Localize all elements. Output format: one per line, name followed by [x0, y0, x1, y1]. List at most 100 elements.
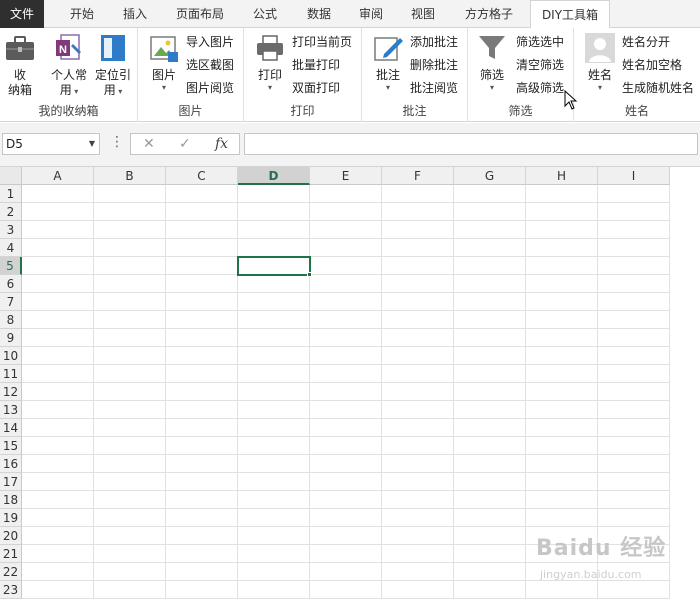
cell-h1[interactable] — [526, 185, 598, 203]
cell-i16[interactable] — [598, 455, 670, 473]
cell-a20[interactable] — [22, 527, 94, 545]
cell-d13[interactable] — [238, 401, 310, 419]
cell-h7[interactable] — [526, 293, 598, 311]
cell-i1[interactable] — [598, 185, 670, 203]
cell-b1[interactable] — [94, 185, 166, 203]
cell-c21[interactable] — [166, 545, 238, 563]
personal-common-button[interactable]: N 个人常 用 ▾ — [48, 32, 90, 98]
cell-e5[interactable] — [310, 257, 382, 275]
cell-g4[interactable] — [454, 239, 526, 257]
formula-input[interactable] — [244, 133, 698, 155]
cell-b9[interactable] — [94, 329, 166, 347]
row-header-5[interactable]: 5 — [0, 257, 22, 275]
cell-g17[interactable] — [454, 473, 526, 491]
cell-h15[interactable] — [526, 437, 598, 455]
cell-d12[interactable] — [238, 383, 310, 401]
cell-h9[interactable] — [526, 329, 598, 347]
cell-c1[interactable] — [166, 185, 238, 203]
filter-selected-button[interactable]: 筛选选中 — [516, 32, 564, 52]
picture-button[interactable]: 图片 ▾ — [144, 32, 184, 93]
cell-b14[interactable] — [94, 419, 166, 437]
cell-b23[interactable] — [94, 581, 166, 599]
cell-h18[interactable] — [526, 491, 598, 509]
cell-e19[interactable] — [310, 509, 382, 527]
cell-b21[interactable] — [94, 545, 166, 563]
cell-d3[interactable] — [238, 221, 310, 239]
cell-a3[interactable] — [22, 221, 94, 239]
cell-c6[interactable] — [166, 275, 238, 293]
row-header-18[interactable]: 18 — [0, 491, 22, 509]
delete-comment-button[interactable]: 删除批注 — [410, 55, 458, 75]
region-screenshot-button[interactable]: 选区截图 — [186, 55, 234, 75]
cell-g2[interactable] — [454, 203, 526, 221]
cell-f1[interactable] — [382, 185, 454, 203]
cell-b16[interactable] — [94, 455, 166, 473]
cell-f10[interactable] — [382, 347, 454, 365]
clear-filter-button[interactable]: 清空筛选 — [516, 55, 564, 75]
comment-button[interactable]: 批注 ▾ — [370, 32, 406, 93]
cell-d15[interactable] — [238, 437, 310, 455]
cell-d18[interactable] — [238, 491, 310, 509]
column-header-a[interactable]: A — [22, 167, 94, 185]
cell-b12[interactable] — [94, 383, 166, 401]
row-header-23[interactable]: 23 — [0, 581, 22, 599]
cell-e13[interactable] — [310, 401, 382, 419]
row-header-13[interactable]: 13 — [0, 401, 22, 419]
row-header-4[interactable]: 4 — [0, 239, 22, 257]
tab-file[interactable]: 文件 — [0, 0, 44, 28]
cell-d17[interactable] — [238, 473, 310, 491]
row-header-15[interactable]: 15 — [0, 437, 22, 455]
row-header-20[interactable]: 20 — [0, 527, 22, 545]
row-header-16[interactable]: 16 — [0, 455, 22, 473]
cell-d23[interactable] — [238, 581, 310, 599]
cell-c10[interactable] — [166, 347, 238, 365]
cell-a7[interactable] — [22, 293, 94, 311]
cell-g8[interactable] — [454, 311, 526, 329]
cell-e15[interactable] — [310, 437, 382, 455]
row-header-10[interactable]: 10 — [0, 347, 22, 365]
name-add-space-button[interactable]: 姓名加空格 — [622, 55, 682, 75]
cell-c11[interactable] — [166, 365, 238, 383]
cell-i8[interactable] — [598, 311, 670, 329]
cell-h5[interactable] — [526, 257, 598, 275]
cell-a14[interactable] — [22, 419, 94, 437]
cell-e21[interactable] — [310, 545, 382, 563]
cell-g7[interactable] — [454, 293, 526, 311]
cell-e2[interactable] — [310, 203, 382, 221]
split-name-button[interactable]: 姓名分开 — [622, 32, 670, 52]
cell-h10[interactable] — [526, 347, 598, 365]
cell-c8[interactable] — [166, 311, 238, 329]
column-header-b[interactable]: B — [94, 167, 166, 185]
cell-c20[interactable] — [166, 527, 238, 545]
tab-insert[interactable]: 插入 — [110, 0, 160, 28]
cell-d6[interactable] — [238, 275, 310, 293]
tab-diy-toolbox[interactable]: DIY工具箱 — [530, 0, 610, 29]
cell-h3[interactable] — [526, 221, 598, 239]
cell-c2[interactable] — [166, 203, 238, 221]
row-header-9[interactable]: 9 — [0, 329, 22, 347]
cell-b15[interactable] — [94, 437, 166, 455]
cell-d9[interactable] — [238, 329, 310, 347]
cell-e12[interactable] — [310, 383, 382, 401]
cell-g5[interactable] — [454, 257, 526, 275]
cell-f14[interactable] — [382, 419, 454, 437]
cell-d21[interactable] — [238, 545, 310, 563]
cell-i13[interactable] — [598, 401, 670, 419]
cell-f4[interactable] — [382, 239, 454, 257]
cell-i15[interactable] — [598, 437, 670, 455]
cell-f8[interactable] — [382, 311, 454, 329]
cell-c22[interactable] — [166, 563, 238, 581]
batch-print-button[interactable]: 批量打印 — [292, 55, 340, 75]
cell-g14[interactable] — [454, 419, 526, 437]
cell-a8[interactable] — [22, 311, 94, 329]
cell-i9[interactable] — [598, 329, 670, 347]
cell-a11[interactable] — [22, 365, 94, 383]
cell-e9[interactable] — [310, 329, 382, 347]
cell-e18[interactable] — [310, 491, 382, 509]
cell-f7[interactable] — [382, 293, 454, 311]
cell-c18[interactable] — [166, 491, 238, 509]
cell-b22[interactable] — [94, 563, 166, 581]
cell-c4[interactable] — [166, 239, 238, 257]
cell-h12[interactable] — [526, 383, 598, 401]
import-picture-button[interactable]: 导入图片 — [186, 32, 234, 52]
